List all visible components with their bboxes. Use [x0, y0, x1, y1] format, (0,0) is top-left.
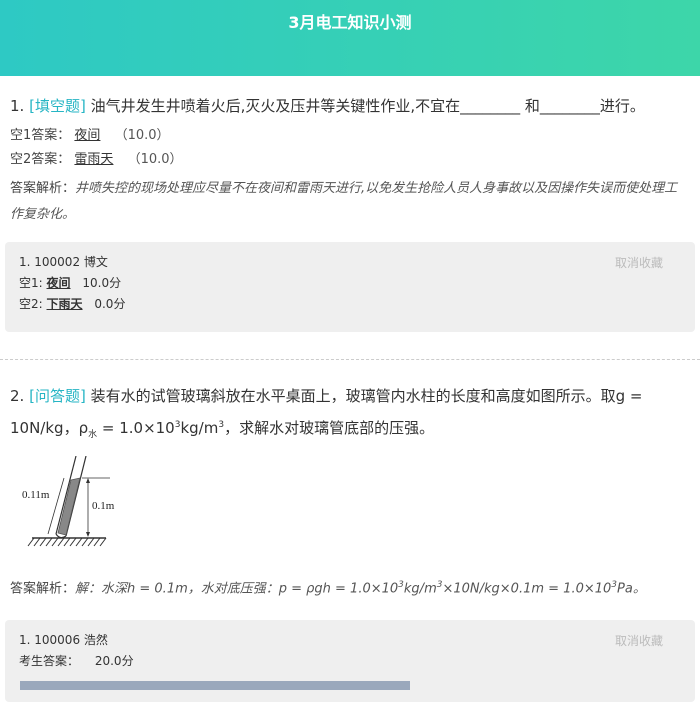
- analysis-text-d: Pa。: [617, 581, 646, 597]
- card-row-value: 下雨天: [46, 297, 83, 311]
- question-text-4: ，求解水对玻璃管底部的压强。: [224, 419, 435, 437]
- height-label: 0.1m: [92, 500, 115, 512]
- question-number: 2.: [10, 387, 25, 405]
- card-row-1: 空1: 夜间 10.0分: [19, 273, 681, 294]
- answer-analysis: 答案解析：解：水深h = 0.1m，水对底压强：p = ρgh = 1.0×10…: [10, 572, 690, 602]
- analysis-label: 答案解析：: [10, 181, 76, 196]
- length-label: 0.11m: [22, 489, 50, 501]
- question-2-text-line: 2. [问答题] 装有水的试管玻璃斜放在水平桌面上，玻璃管内水柱的长度和高度如图…: [10, 382, 690, 450]
- rho-subscript: 水: [88, 430, 98, 440]
- cancel-favorite-button[interactable]: 取消收藏: [615, 254, 663, 271]
- section-divider: [0, 359, 700, 360]
- answer-value: 雷雨天: [74, 152, 114, 167]
- card-row-label: 空1:: [19, 276, 43, 290]
- tube-figure: 0.11m 0.1m: [20, 455, 690, 560]
- card-row-value: 夜间: [46, 276, 71, 290]
- card-answer-row: 考生答案： 20.0分: [19, 651, 681, 672]
- question-text: 油气井发生井喷着火后,灭火及压井等关键性作业,不宜在________ 和____…: [90, 97, 645, 115]
- page-header: 3月电工知识小测: [0, 0, 700, 76]
- question-1-text-line: 1. [填空题] 油气井发生井喷着火后,灭火及压井等关键性作业,不宜在_____…: [10, 92, 690, 120]
- student-answer-card-1: 1. 100002 博文 取消收藏 空1: 夜间 10.0分 空2: 下雨天 0…: [5, 242, 695, 332]
- answer-label: 空2答案：: [10, 152, 71, 167]
- card-answer-score: 20.0分: [94, 654, 134, 669]
- analysis-text-b: kg/m: [403, 581, 437, 597]
- question-type: [填空题]: [29, 97, 86, 115]
- card-row-label: 空2:: [19, 297, 43, 311]
- answer-score: （10.0）: [114, 128, 170, 143]
- card-answer-label: 考生答案：: [19, 654, 80, 669]
- answer-score: （10.0）: [127, 152, 183, 167]
- question-1: 1. [填空题] 油气井发生井喷着火后,灭火及压井等关键性作业,不宜在_____…: [0, 92, 700, 228]
- analysis-text: 井喷失控的现场处理应尽量不在夜间和雷雨天进行,以免发生抢险人员人身事故以及因操作…: [10, 181, 678, 222]
- answer-image-thumbnail[interactable]: [20, 681, 410, 690]
- question-text-2: = 1.0×10: [97, 419, 175, 437]
- question-2: 2. [问答题] 装有水的试管玻璃斜放在水平桌面上，玻璃管内水柱的长度和高度如图…: [0, 382, 700, 602]
- question-type: [问答题]: [29, 387, 86, 405]
- analysis-label: 答案解析：: [10, 581, 76, 597]
- page-title: 3月电工知识小测: [288, 13, 412, 32]
- answer-label: 空1答案：: [10, 128, 71, 143]
- card-row-2: 空2: 下雨天 0.0分: [19, 294, 681, 315]
- card-row-score: 0.0分: [94, 297, 126, 311]
- card-user: 1. 100006 浩然: [19, 633, 108, 648]
- question-text-3: kg/m: [180, 419, 219, 437]
- card-user: 1. 100002 博文: [19, 255, 108, 269]
- cancel-favorite-button[interactable]: 取消收藏: [615, 632, 663, 649]
- question-number: 1.: [10, 97, 25, 115]
- analysis-text-a: 解：水深h = 0.1m，水对底压强：p = ρgh = 1.0×10: [75, 581, 399, 597]
- card-row-score: 10.0分: [82, 276, 122, 290]
- answer-analysis: 答案解析：井喷失控的现场处理应尽量不在夜间和雷雨天进行,以免发生抢险人员人身事故…: [10, 176, 690, 228]
- answer-row-2: 空2答案： 雷雨天 （10.0）: [10, 150, 690, 170]
- test-tube-diagram: 0.11m 0.1m: [22, 455, 115, 547]
- analysis-text-c: ×10N/kg×0.1m = 1.0×10: [442, 581, 612, 597]
- answer-value: 夜间: [74, 128, 101, 143]
- answer-row-1: 空1答案： 夜间 （10.0）: [10, 126, 690, 146]
